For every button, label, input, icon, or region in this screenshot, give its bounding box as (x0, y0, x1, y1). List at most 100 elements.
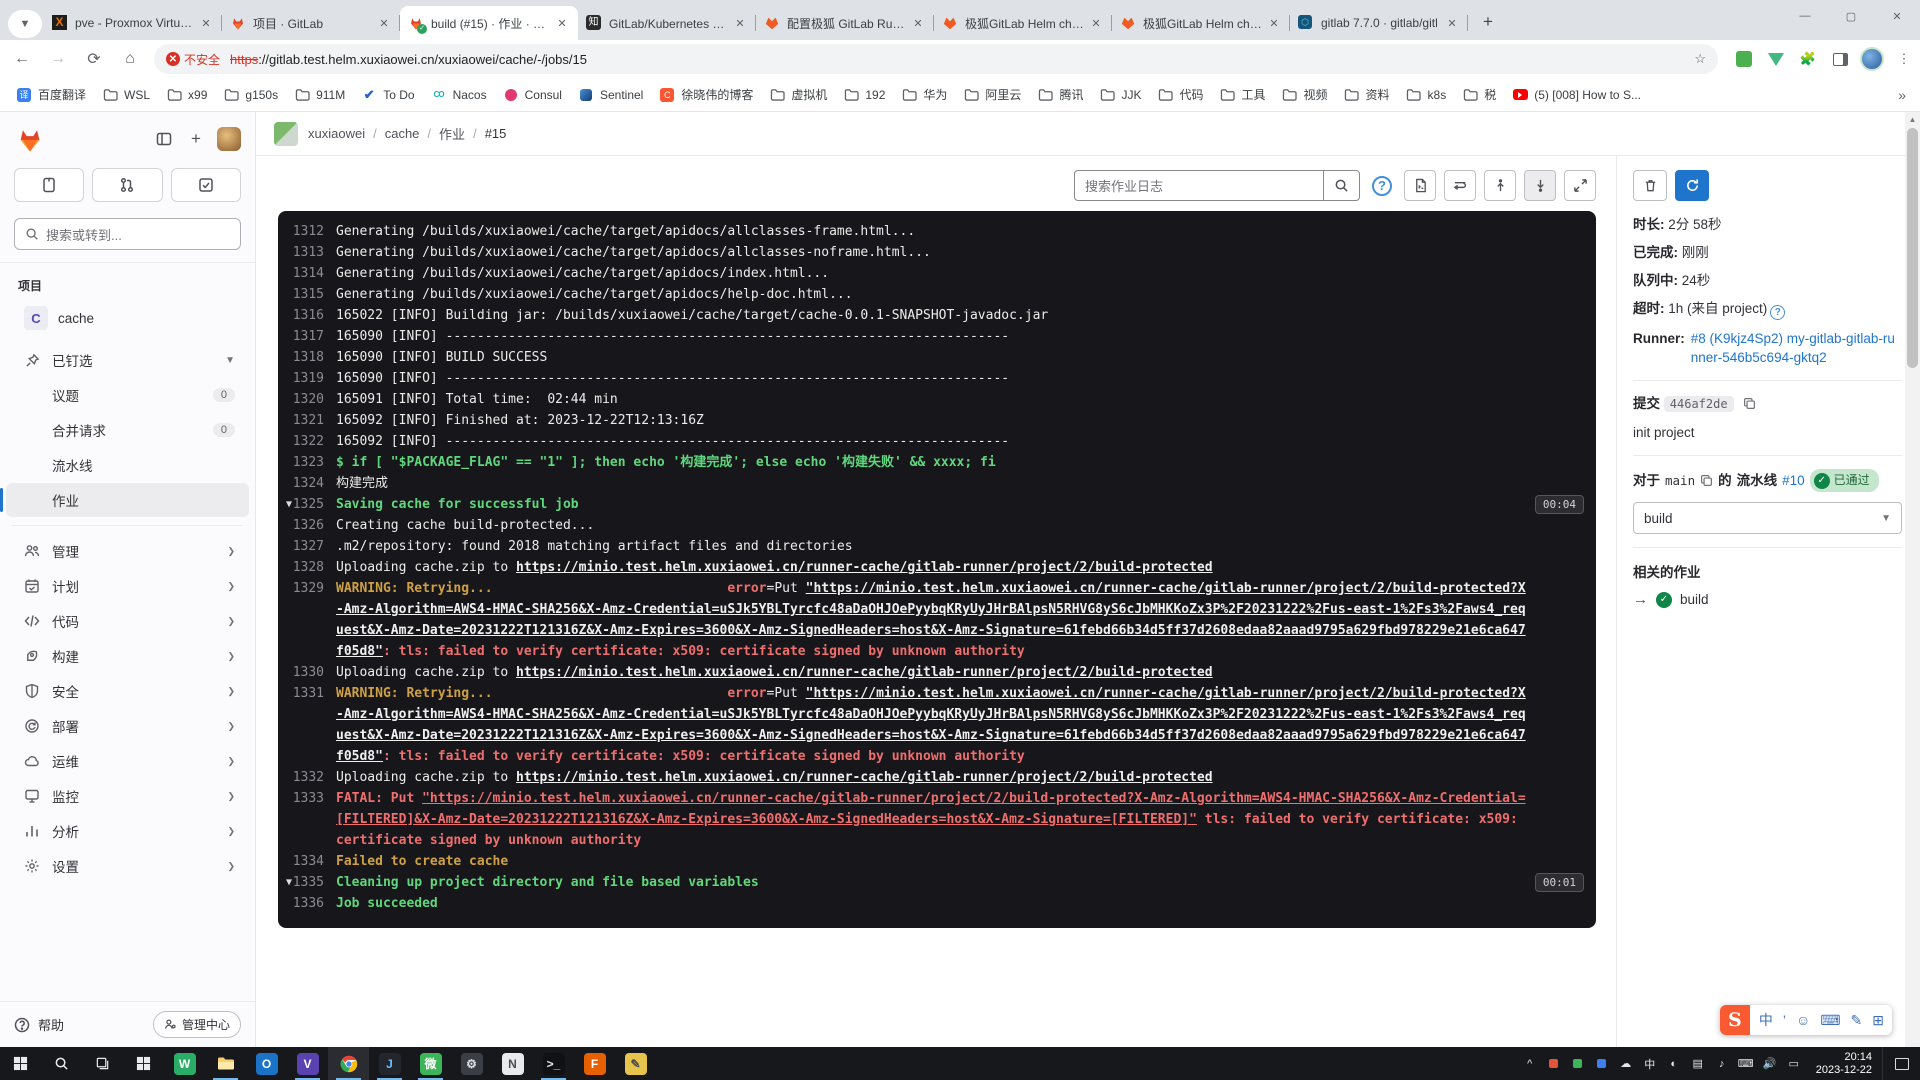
tray-icon[interactable]: ^ (1518, 1047, 1542, 1080)
security-chip[interactable]: ✕ 不安全 (166, 51, 220, 68)
taskbar-outlook-button[interactable]: O (246, 1047, 287, 1080)
sidebar-item-chart[interactable]: 分析 ❯ (6, 814, 249, 848)
log-search-input[interactable]: 搜索作业日志 (1074, 170, 1324, 201)
bookmark-item[interactable]: ✔ To Do (355, 84, 420, 106)
issues-shortcut-button[interactable] (14, 168, 85, 202)
sidebar-item-people[interactable]: 管理 ❯ (6, 534, 249, 568)
tab-close-icon[interactable]: ✕ (1088, 15, 1104, 31)
bookmark-item[interactable]: 911M (288, 84, 351, 106)
tray-icon[interactable] (1566, 1047, 1590, 1080)
pipeline-ref[interactable]: main (1665, 471, 1695, 490)
copy-commit-icon[interactable] (1743, 397, 1756, 410)
log-line-number[interactable]: 1327 (278, 536, 336, 557)
todos-shortcut-button[interactable] (170, 168, 241, 202)
user-avatar[interactable] (217, 127, 241, 151)
adguard-extension-icon[interactable] (1731, 46, 1757, 72)
browser-tab[interactable]: 项目 · GitLab ✕ (222, 6, 400, 40)
tray-icon[interactable]: ⌨ (1734, 1047, 1758, 1080)
log-line-number[interactable]: 1318 (278, 347, 336, 368)
log-line-number[interactable]: 1313 (278, 242, 336, 263)
tab-close-icon[interactable]: ✕ (376, 15, 392, 31)
bookmark-item[interactable]: 税 (1456, 83, 1502, 106)
log-line-number[interactable]: 1326 (278, 515, 336, 536)
browser-tab[interactable]: Xpve - Proxmox Virtual E ✕ (44, 6, 222, 40)
tab-search-chevron-icon[interactable]: ▼ (8, 10, 42, 38)
taskbar-vscode-button[interactable]: V (287, 1047, 328, 1080)
scroll-to-bottom-button[interactable] (1524, 170, 1556, 201)
gitlab-logo-icon[interactable] (14, 124, 46, 154)
bookmark-item[interactable]: C 徐晓伟的博客 (653, 83, 759, 106)
create-new-icon[interactable]: + (183, 126, 209, 152)
taskbar-wechat-button[interactable]: W (164, 1047, 205, 1080)
taskbar-settings-button[interactable]: ⚙ (451, 1047, 492, 1080)
bookmarks-overflow-chevron[interactable]: » (1898, 87, 1906, 103)
log-line-number[interactable]: 1316 (278, 305, 336, 326)
runner-link[interactable]: #8 (K9kjz4Sp2) my-gitlab-gitlab-runner-5… (1691, 329, 1902, 367)
tray-icon[interactable] (1542, 1047, 1566, 1080)
window-maximize-button[interactable]: ▢ (1828, 0, 1874, 32)
bookmark-item[interactable]: 华为 (895, 83, 953, 106)
taskbar-wechat-work-button[interactable]: 微 (410, 1047, 451, 1080)
log-help-icon[interactable]: ? (1372, 175, 1392, 196)
browser-tab[interactable]: 配置极狐 GitLab Runner ✕ (756, 6, 934, 40)
address-bar[interactable]: ✕ 不安全 https://gitlab.test.helm.xuxiaowei… (154, 44, 1718, 74)
log-line-number[interactable]: ▼ 1335 (278, 872, 336, 893)
merge-requests-shortcut-button[interactable] (92, 168, 163, 202)
taskbar-notepad-button[interactable]: N (492, 1047, 533, 1080)
log-search-button[interactable] (1324, 170, 1360, 201)
sidebar-item-deploy[interactable]: 部署 ❯ (6, 709, 249, 743)
ime-tool-icon[interactable]: ’ (1783, 1012, 1786, 1028)
retry-job-button[interactable] (1675, 170, 1709, 201)
tab-close-icon[interactable]: ✕ (198, 15, 214, 31)
log-line-number[interactable]: 1329 (278, 578, 336, 662)
bookmark-item[interactable]: 阿里云 (957, 83, 1027, 106)
log-line-number[interactable]: 1317 (278, 326, 336, 347)
browser-menu-icon[interactable]: ⋮ (1891, 46, 1917, 72)
sidebar-search-input[interactable]: 搜索或转到... (14, 218, 241, 250)
collapse-caret-icon[interactable]: ▼ (286, 494, 292, 515)
log-url-link[interactable]: https://minio.test.helm.xuxiaowei.cn/run… (516, 770, 1213, 785)
collapse-caret-icon[interactable]: ▼ (286, 872, 292, 893)
window-close-button[interactable]: ✕ (1874, 0, 1920, 32)
taskbar-clock[interactable]: 20:14 2023-12-22 (1806, 1051, 1882, 1077)
back-button[interactable]: ← (8, 45, 36, 73)
erase-log-button[interactable] (1633, 170, 1667, 201)
taskbar-explorer-button[interactable] (205, 1047, 246, 1080)
log-line-number[interactable]: 1319 (278, 368, 336, 389)
vue-devtools-extension-icon[interactable] (1763, 46, 1789, 72)
browser-profile-avatar[interactable] (1860, 47, 1884, 71)
taskbar-ide-button[interactable]: J (369, 1047, 410, 1080)
tab-close-icon[interactable]: ✕ (732, 15, 748, 31)
log-line-number[interactable]: 1320 (278, 389, 336, 410)
bookmark-item[interactable]: Sentinel (572, 84, 649, 106)
tray-icon[interactable]: ☁ (1614, 1047, 1638, 1080)
ime-toolbar[interactable]: S 中 ’ ☺ ⌨ ✎ ⊞ (1719, 1005, 1892, 1035)
taskbar-task-view-button[interactable] (82, 1047, 123, 1080)
log-line-number[interactable]: 1324 (278, 473, 336, 494)
sidebar-collapse-icon[interactable] (151, 126, 177, 152)
bookmark-item[interactable]: 译百度翻译 (10, 83, 92, 106)
breadcrumb-project[interactable]: cache (385, 126, 420, 141)
fullscreen-button[interactable] (1564, 170, 1596, 201)
tab-close-icon[interactable]: ✕ (1444, 15, 1460, 31)
tray-icon[interactable]: ◐ (1662, 1047, 1686, 1080)
taskbar-firefox-button[interactable]: F (574, 1047, 615, 1080)
tray-icon[interactable] (1590, 1047, 1614, 1080)
bookmark-item[interactable]: JJK (1093, 84, 1147, 106)
log-line-number[interactable]: 1323 (278, 452, 336, 473)
sidebar-item-rocket[interactable]: 构建 ❯ (6, 639, 249, 673)
log-url-link[interactable]: https://minio.test.helm.xuxiaowei.cn/run… (516, 665, 1213, 680)
home-button[interactable]: ⌂ (116, 45, 144, 73)
log-line-number[interactable]: 1322 (278, 431, 336, 452)
taskbar-terminal-button[interactable]: >_ (533, 1047, 574, 1080)
log-line-number[interactable]: 1336 (278, 893, 336, 914)
browser-tab[interactable]: 知 GitLab/Kubernetes 知识 ✕ (578, 6, 756, 40)
sidebar-item-gear[interactable]: 设置 ❯ (6, 849, 249, 883)
bookmark-item[interactable]: WSL (96, 84, 156, 106)
sogou-logo-icon[interactable]: S (1719, 1005, 1750, 1035)
help-label[interactable]: 帮助 (38, 1015, 64, 1034)
bookmark-item[interactable]: 192 (837, 84, 891, 106)
taskbar-start-button[interactable] (0, 1047, 41, 1080)
browser-tab[interactable]: ⬡ gitlab 7.7.0 · gitlab/gitl ✕ (1290, 6, 1468, 40)
tab-close-icon[interactable]: ✕ (1266, 15, 1282, 31)
